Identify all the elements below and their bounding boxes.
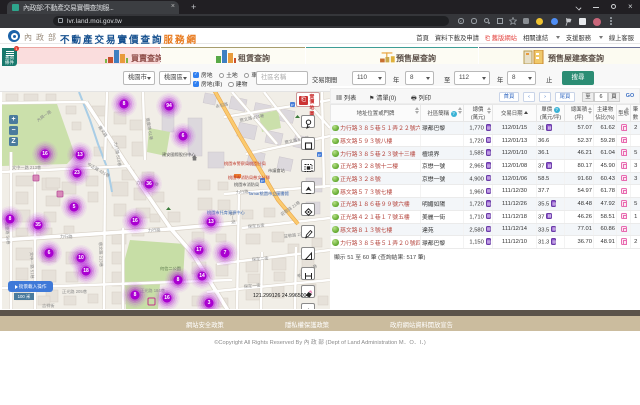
svg-text:桃園市警察局桃園分局: 桃園市警察局桃園分局 xyxy=(224,160,266,167)
svg-text:桃園市消防局: 桃園市消防局 xyxy=(234,181,259,188)
svg-text:Tamar桃園市立圖書館: Tamar桃園市立圖書館 xyxy=(248,190,289,197)
svg-text:桃園市消防局慈文分隊: 桃園市消防局慈文分隊 xyxy=(228,174,271,181)
svg-text:P: P xyxy=(291,102,294,107)
svg-text:P: P xyxy=(318,152,321,157)
svg-text:力行路: 力行路 xyxy=(60,233,73,240)
svg-text:吉祥街: 吉祥街 xyxy=(42,302,55,309)
svg-text:市議會站: 市議會站 xyxy=(268,167,285,174)
svg-text:正光路 205巷: 正光路 205巷 xyxy=(62,288,88,295)
svg-text:建安國際股份中心: 建安國際股份中心 xyxy=(162,151,196,158)
